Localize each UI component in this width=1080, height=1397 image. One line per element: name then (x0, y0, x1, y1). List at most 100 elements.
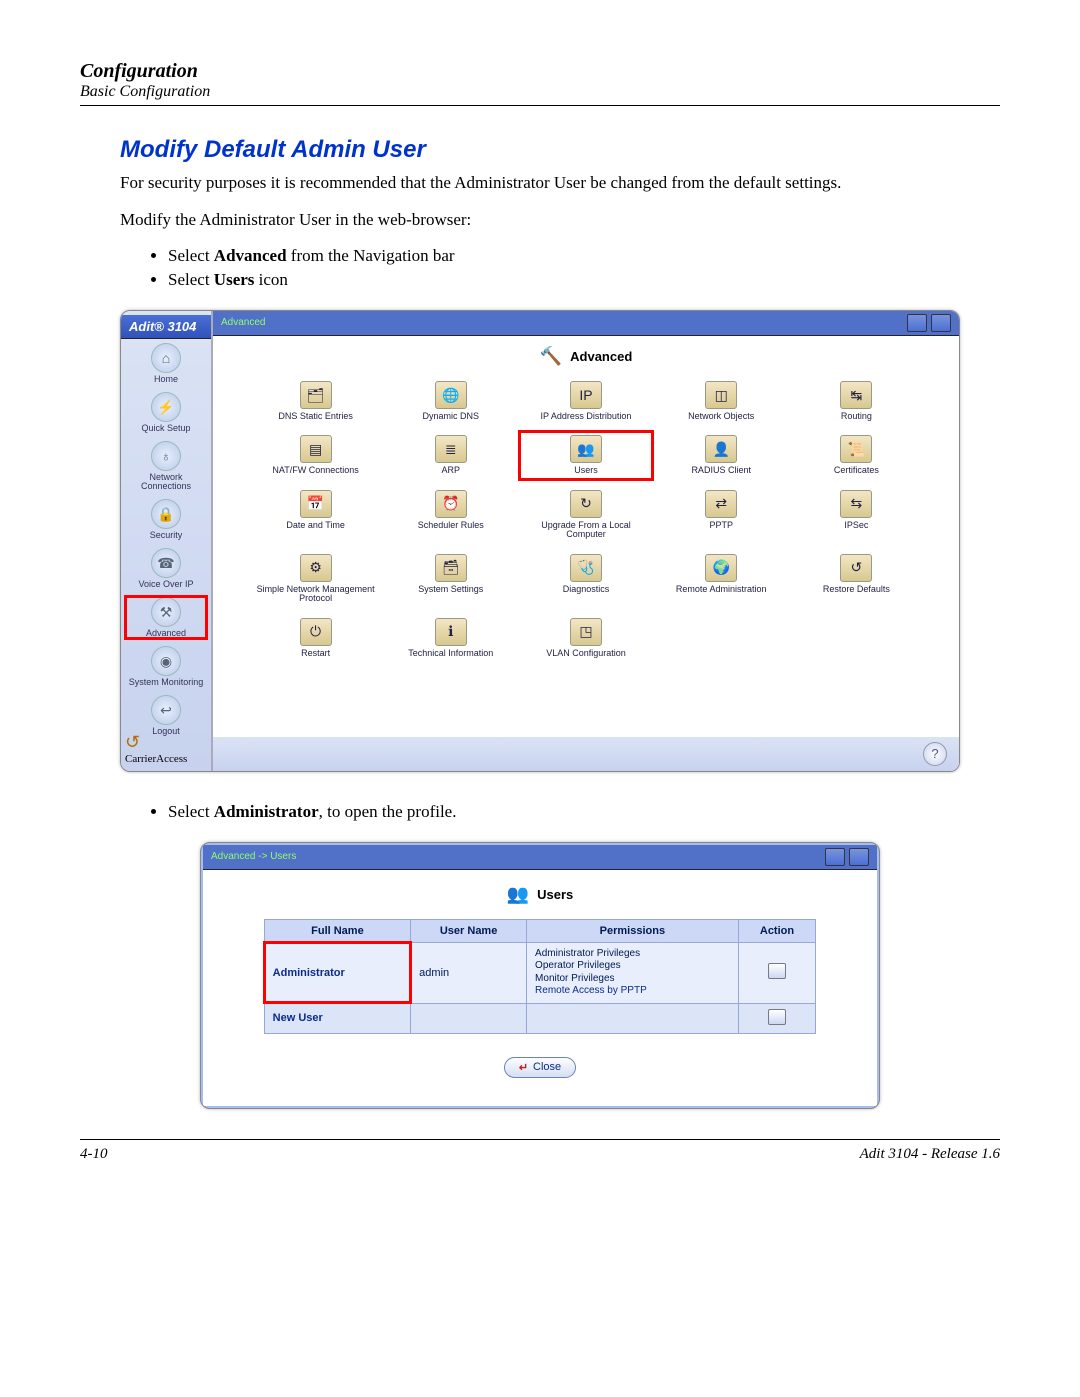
dyndns-icon: 🌐 (435, 381, 467, 409)
nav-logout[interactable]: ↩ Logout (126, 695, 206, 736)
tree-view-icon[interactable] (825, 848, 845, 866)
natfw-icon: ▤ (300, 435, 332, 463)
nav-quick-setup[interactable]: ⚡ Quick Setup (126, 392, 206, 433)
cell-action-new (738, 1003, 816, 1033)
tools-icon: ⚒ (151, 597, 181, 627)
screenshot-advanced-panel: Adit® 3104 ⌂ Home ⚡ Quick Setup ♁ Networ… (120, 310, 960, 772)
breadcrumb-text-2: Advanced -> Users (211, 851, 296, 862)
topic-heading: Modify Default Admin User (120, 136, 1000, 164)
breadcrumb-text: Advanced (221, 317, 265, 328)
tree-view-icon[interactable] (907, 314, 927, 332)
close-button[interactable]: ↵ Close (504, 1057, 576, 1078)
col-username: User Name (411, 919, 527, 942)
ip-icon: IP (570, 381, 602, 409)
perm-admin: Administrator Privileges (535, 948, 730, 961)
logout-icon: ↩ (151, 695, 181, 725)
monitor-icon: ◉ (151, 646, 181, 676)
item-vlan[interactable]: ◳VLAN Configuration (523, 618, 648, 658)
item-scheduler[interactable]: ⏰Scheduler Rules (388, 490, 513, 540)
swirl-icon: ↺ (125, 732, 140, 752)
item-restart[interactable]: ⏻Restart (253, 618, 378, 658)
settings-icon: 🗃 (435, 554, 467, 582)
clock-icon: ⏰ (435, 490, 467, 518)
bullet-list-mid: Select Administrator, to open the profil… (150, 802, 1000, 822)
nav-security[interactable]: 🔒 Security (126, 499, 206, 540)
edit-icon[interactable] (768, 963, 786, 979)
perm-remote-pptp[interactable]: Remote Access by PPTP (535, 985, 730, 998)
breadcrumb-bar-2: Advanced -> Users (203, 845, 877, 870)
help-button[interactable]: ? (923, 742, 947, 766)
screenshot-users-table: Advanced -> Users 👥 Users Full Name User… (200, 842, 880, 1109)
brand-text: CarrierAccess (125, 753, 187, 765)
item-radius[interactable]: 👤RADIUS Client (659, 435, 784, 475)
page-title: 🔨 Advanced (213, 336, 959, 377)
item-routing[interactable]: ↹Routing (794, 381, 919, 421)
nav-advanced[interactable]: ⚒ Advanced (126, 597, 206, 638)
nav-home[interactable]: ⌂ Home (126, 343, 206, 384)
item-ipsec[interactable]: ⇆IPSec (794, 490, 919, 540)
col-fullname: Full Name (264, 919, 411, 942)
item-upgrade[interactable]: ↻Upgrade From a Local Computer (523, 490, 648, 540)
col-action: Action (738, 919, 816, 942)
item-arp[interactable]: ≣ARP (388, 435, 513, 475)
cell-newuser[interactable]: New User (264, 1003, 411, 1033)
nav-network-connections[interactable]: ♁ Network Connections (126, 441, 206, 491)
nav-system-monitoring[interactable]: ◉ System Monitoring (126, 646, 206, 687)
nav-sec-label: Security (150, 530, 183, 540)
chapter-title: Configuration (80, 60, 1000, 83)
item-ip-distribution[interactable]: IPIP Address Distribution (523, 381, 648, 421)
item-remote-admin[interactable]: 🌍Remote Administration (659, 554, 784, 604)
window-icon[interactable] (849, 848, 869, 866)
cell-permissions: Administrator Privileges Operator Privil… (527, 942, 739, 1003)
item-system-settings[interactable]: 🗃System Settings (388, 554, 513, 604)
perm-operator: Operator Privileges (535, 960, 730, 973)
radius-icon: 👤 (705, 435, 737, 463)
item-tech-info[interactable]: ℹTechnical Information (388, 618, 513, 658)
ipsec-icon: ⇆ (840, 490, 872, 518)
cell-action (738, 942, 816, 1003)
users-table: Full Name User Name Permissions Action A… (264, 919, 817, 1034)
users-icon: 👥 (570, 435, 602, 463)
item-pptp[interactable]: ⇄PPTP (659, 490, 784, 540)
nav-adv-label: Advanced (146, 628, 186, 638)
table-row-newuser: New User (264, 1003, 816, 1033)
item-restore-defaults[interactable]: ↺Restore Defaults (794, 554, 919, 604)
icon-grid: 🗂DNS Static Entries 🌐Dynamic DNS IPIP Ad… (213, 377, 959, 678)
nav-voip[interactable]: ☎ Voice Over IP (126, 548, 206, 589)
bullet-advanced: Select Advanced from the Navigation bar (168, 246, 1000, 266)
close-label: Close (533, 1061, 561, 1073)
network-icon: ♁ (151, 441, 181, 471)
window-icon[interactable] (931, 314, 951, 332)
release-label: Adit 3104 - Release 1.6 (860, 1146, 1000, 1163)
snmp-icon: ⚙ (300, 554, 332, 582)
item-natfw[interactable]: ▤NAT/FW Connections (253, 435, 378, 475)
users-title-text: Users (537, 887, 573, 902)
new-user-link[interactable]: New User (273, 1012, 323, 1024)
page-title-text: Advanced (570, 349, 632, 364)
main-panel: Advanced 🔨 Advanced 🗂DNS Static Entries … (213, 311, 959, 771)
page-header: Configuration Basic Configuration (80, 60, 1000, 106)
page-footer: 4-10 Adit 3104 - Release 1.6 (80, 1139, 1000, 1163)
product-title: Adit® 3104 (121, 315, 211, 339)
table-row-admin: Administrator admin Administrator Privil… (264, 942, 816, 1003)
cell-fullname[interactable]: Administrator (264, 942, 411, 1003)
item-snmp[interactable]: ⚙Simple Network Management Protocol (253, 554, 378, 604)
add-icon[interactable] (768, 1009, 786, 1025)
bullet-administrator: Select Administrator, to open the profil… (168, 802, 1000, 822)
item-network-objects[interactable]: ◫Network Objects (659, 381, 784, 421)
item-certificates[interactable]: 📜Certificates (794, 435, 919, 475)
diag-icon: 🩺 (570, 554, 602, 582)
upgrade-icon: ↻ (570, 490, 602, 518)
item-dns-static[interactable]: 🗂DNS Static Entries (253, 381, 378, 421)
item-datetime[interactable]: 📅Date and Time (253, 490, 378, 540)
cert-icon: 📜 (840, 435, 872, 463)
item-diagnostics[interactable]: 🩺Diagnostics (523, 554, 648, 604)
administrator-link[interactable]: Administrator (273, 967, 345, 979)
perm-monitor: Monitor Privileges (535, 973, 730, 986)
calendar-icon: 📅 (300, 490, 332, 518)
item-users[interactable]: 👥Users (523, 435, 648, 475)
item-dynamic-dns[interactable]: 🌐Dynamic DNS (388, 381, 513, 421)
phone-icon: ☎ (151, 548, 181, 578)
breadcrumb-bar: Advanced (213, 311, 959, 336)
dns-icon: 🗂 (300, 381, 332, 409)
